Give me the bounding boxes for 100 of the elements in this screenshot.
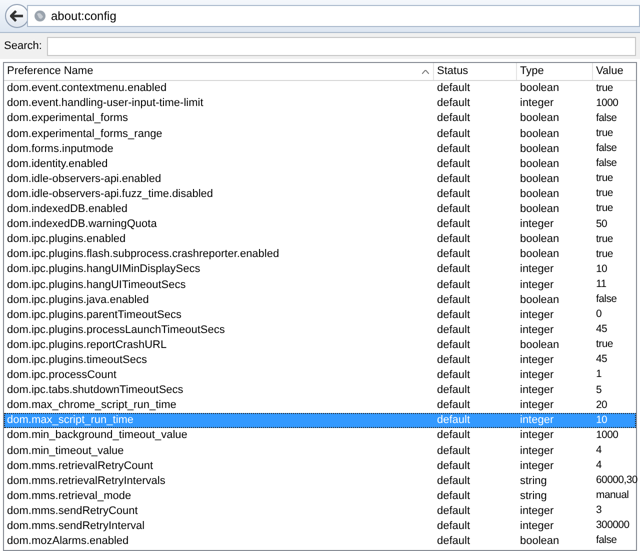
table-cell-text: false: [595, 292, 618, 307]
table-cell-text: dom.ipc.plugins.parentTimeoutSecs: [6, 308, 182, 323]
table-cell-text: default: [436, 126, 472, 142]
preference-row[interactable]: dom.ipc.plugins.processLaunchTimeoutSecs default integer 45: [4, 322, 636, 338]
table-cell-text: boolean: [519, 202, 560, 218]
preference-row[interactable]: dom.experimental_forms_range default boolean true: [4, 126, 636, 142]
table-cell-text: true: [595, 246, 614, 262]
preference-row[interactable]: dom.ipc.processCount default integer 1: [4, 368, 636, 383]
table-cell-text: 10: [595, 262, 608, 277]
preference-row[interactable]: dom.ipc.plugins.reportCrashURL default boolean true: [4, 338, 636, 353]
table-cell-text: 4: [595, 458, 603, 474]
table-cell-text: 10: [595, 412, 608, 428]
table-cell-text: default: [436, 262, 472, 278]
table-cell-text: boolean: [519, 338, 560, 353]
table-cell-text: integer: [519, 504, 555, 519]
table-cell-text: integer: [519, 217, 555, 232]
preference-row[interactable]: dom.ipc.plugins.enabled default boolean true: [4, 232, 636, 248]
table-cell-text: true: [595, 337, 614, 352]
table-cell-text: boolean: [519, 81, 560, 96]
table-cell-text: default: [436, 308, 472, 323]
preference-row[interactable]: dom.min_timeout_value default integer 4: [4, 443, 636, 458]
address-bar[interactable]: about:config: [27, 5, 640, 27]
table-cell-text: integer: [519, 322, 555, 338]
preference-row[interactable]: dom.mozAlarms.enabled default boolean false: [4, 534, 636, 549]
preference-row[interactable]: dom.indexedDB.enabled default boolean true: [4, 202, 636, 217]
preference-row[interactable]: dom.indexedDB.warningQuota default integer 50: [4, 216, 636, 232]
preference-row[interactable]: dom.mms.sendRetryCount default integer 3: [4, 504, 636, 519]
table-cell-text: dom.mms.retrieval_mode: [6, 488, 132, 504]
preference-row[interactable]: dom.mms.retrieval_mode default string manual: [4, 488, 636, 504]
column-header[interactable]: Value: [593, 63, 636, 80]
table-cell-text: integer: [519, 444, 555, 459]
table-cell-text: boolean: [519, 247, 560, 262]
table-cell-text: dom.identity.enabled: [6, 156, 109, 172]
table-cell-text: default: [436, 81, 472, 96]
table-cell-text: dom.forms.inputmode: [6, 142, 114, 157]
table-cell-text: default: [436, 398, 472, 414]
table-cell-text: default: [436, 142, 472, 157]
table-cell-text: default: [436, 519, 472, 534]
preference-row[interactable]: dom.min_background_timeout_value default integer 1000: [4, 428, 636, 444]
preference-row[interactable]: dom.idle-observers-api.enabled default boolean true: [4, 172, 636, 187]
table-cell-text: dom.ipc.tabs.shutdownTimeoutSecs: [6, 383, 184, 398]
table-cell-text: boolean: [519, 186, 560, 202]
search-field[interactable]: [46, 36, 636, 56]
table-cell-text: default: [436, 278, 472, 293]
preference-row[interactable]: dom.identity.enabled default boolean false: [4, 156, 636, 172]
table-cell-text: default: [436, 322, 472, 338]
table-cell-text: integer: [519, 368, 555, 384]
column-header[interactable]: Preference Name: [4, 63, 434, 80]
table-cell-text: integer: [519, 413, 555, 428]
preference-row[interactable]: dom.ipc.plugins.parentTimeoutSecs default integer 0: [4, 307, 636, 322]
preference-row[interactable]: dom.experimental_forms default boolean false: [4, 111, 636, 126]
preference-row[interactable]: dom.ipc.plugins.timeoutSecs default integer 45: [4, 352, 636, 368]
table-cell-text: true: [595, 80, 614, 96]
table-cell-text: default: [436, 292, 472, 308]
preference-row[interactable]: dom.event.contextmenu.enabled default boolean true: [4, 81, 636, 96]
table-cell-text: string: [519, 488, 548, 504]
table-cell-text: 300000: [595, 518, 630, 534]
table-cell-text: dom.event.contextmenu.enabled: [6, 81, 168, 96]
table-cell-text: true: [595, 171, 614, 186]
preference-row[interactable]: dom.ipc.tabs.shutdownTimeoutSecs default integer 5: [4, 382, 636, 398]
preference-row[interactable]: dom.max_chrome_script_run_time default integer 20: [4, 398, 636, 414]
preference-row[interactable]: dom.mms.retrievalRetryIntervals default string 60000,30: [4, 473, 636, 489]
table-cell-text: 11: [595, 276, 608, 292]
table-cell-text: dom.mms.sendRetryCount: [6, 504, 139, 519]
table-cell-text: dom.mms.sendRetryInterval: [6, 519, 146, 534]
table-cell-text: dom.ipc.plugins.flash.subprocess.crashreporter.enabled: [6, 247, 280, 262]
table-cell-text: default: [436, 172, 472, 187]
table-cell-text: dom.ipc.plugins.reportCrashURL: [6, 338, 168, 353]
preference-row[interactable]: dom.ipc.plugins.flash.subprocess.crashreporter.enabled default boolean true: [4, 247, 636, 262]
preference-row[interactable]: dom.forms.inputmode default boolean false: [4, 141, 636, 156]
table-cell-text: dom.ipc.plugins.enabled: [6, 232, 127, 248]
preference-row[interactable]: dom.ipc.plugins.java.enabled default boolean false: [4, 292, 636, 308]
table-cell-text: dom.ipc.plugins.hangUITimeoutSecs: [6, 278, 187, 293]
back-button[interactable]: [5, 4, 29, 28]
table-cell-text: dom.mms.retrievalRetryCount: [6, 458, 154, 474]
preference-row[interactable]: dom.mms.sendRetryInterval default integer 300000: [4, 518, 636, 534]
table-cell-text: dom.min_background_timeout_value: [6, 428, 188, 444]
table-cell-text: default: [436, 247, 472, 262]
table-cell-text: dom.ipc.plugins.hangUIMinDisplaySecs: [6, 262, 202, 278]
table-cell-text: integer: [519, 96, 555, 112]
column-header[interactable]: Status: [434, 63, 517, 80]
preference-row[interactable]: dom.ipc.plugins.hangUITimeoutSecs default integer 11: [4, 277, 636, 292]
preference-row[interactable]: dom.ipc.plugins.hangUIMinDisplaySecs default integer 10: [4, 262, 636, 278]
table-cell-text: integer: [519, 308, 555, 323]
table-cell-text: 50: [595, 216, 608, 232]
table-cell-text: boolean: [519, 126, 560, 142]
preference-row[interactable]: dom.idle-observers-api.fuzz_time.disabled default boolean true: [4, 186, 636, 202]
table-cell-text: integer: [519, 262, 555, 278]
table-cell-text: default: [436, 186, 472, 202]
table-cell-text: 0: [595, 307, 603, 322]
table-cell-text: dom.mms.retrievalRetryIntervals: [6, 474, 166, 489]
preference-row[interactable]: dom.mms.retrievalRetryCount default integer 4: [4, 458, 636, 474]
table-cell-text: true: [595, 126, 614, 141]
table-cell-text: 45: [595, 322, 608, 338]
table-cell-text: boolean: [519, 142, 560, 157]
column-header[interactable]: Type: [517, 63, 593, 80]
table-cell-text: default: [436, 458, 472, 474]
table-cell-text: true: [595, 201, 614, 216]
table-cell-text: dom.ipc.plugins.timeoutSecs: [6, 352, 148, 368]
preference-row[interactable]: dom.event.handling-user-input-time-limit default integer 1000: [4, 96, 636, 112]
